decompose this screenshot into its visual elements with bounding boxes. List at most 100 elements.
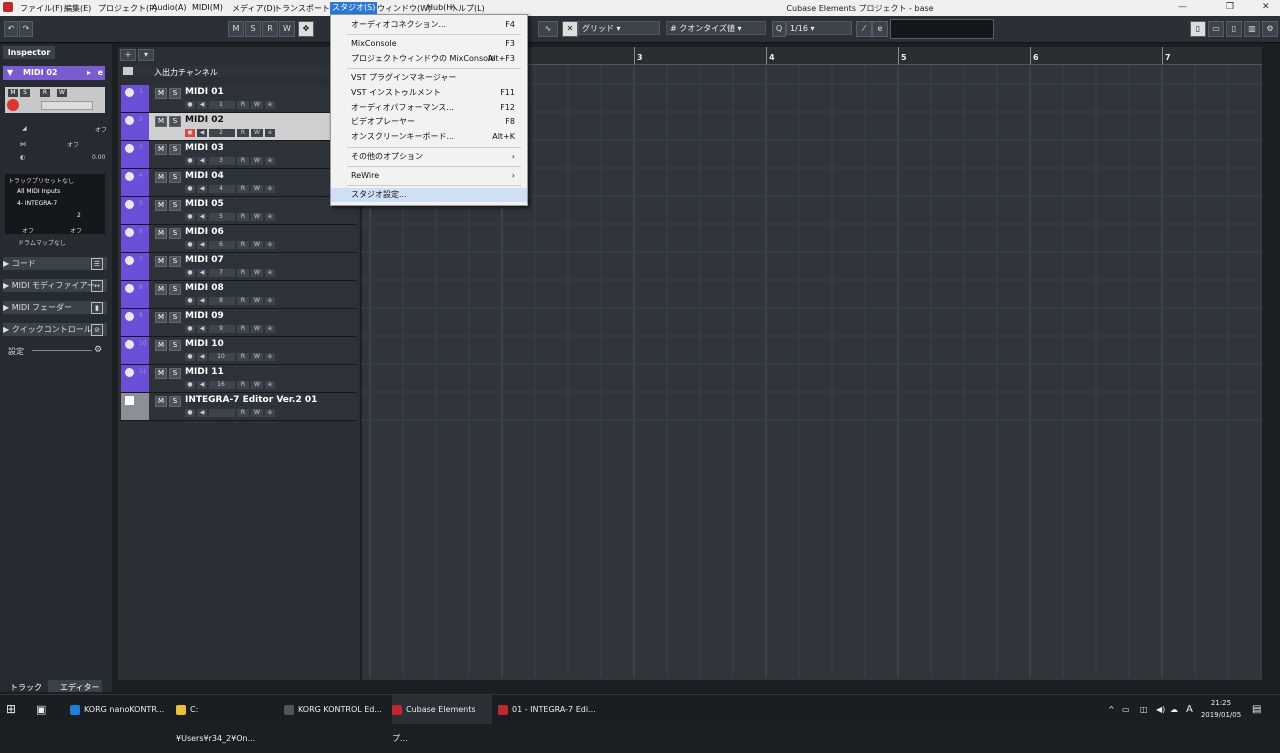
- record-enable-icon[interactable]: ●: [185, 241, 195, 249]
- inspector-volume-field[interactable]: [41, 101, 93, 110]
- record-enable-icon[interactable]: ●: [185, 213, 195, 221]
- track-color-strip[interactable]: 6: [121, 225, 149, 252]
- track-edit-icon[interactable]: e: [265, 353, 275, 361]
- track-solo-button[interactable]: S: [169, 172, 181, 183]
- taskbar-item-integra-editor[interactable]: 01 - INTEGRA-7 Edi...: [498, 695, 598, 724]
- monitor-icon[interactable]: ◀: [197, 129, 207, 137]
- track-color-strip[interactable]: 5: [121, 197, 149, 224]
- track-edit-icon[interactable]: e: [265, 129, 275, 137]
- monitor-icon[interactable]: ◀: [197, 409, 207, 417]
- track-solo-button[interactable]: S: [169, 256, 181, 267]
- track-solo-button[interactable]: S: [169, 396, 181, 407]
- section-midi-fader[interactable]: ▶ MIDI フェーダー ▮: [3, 301, 107, 314]
- track-write-button[interactable]: W: [251, 101, 263, 109]
- tray-device-icon[interactable]: ▭: [1122, 695, 1130, 724]
- track-edit-icon[interactable]: e: [265, 269, 275, 277]
- notifications-icon[interactable]: ▤: [1252, 695, 1261, 724]
- edit-icon[interactable]: e: [98, 66, 103, 80]
- monitor-icon[interactable]: ◀: [197, 269, 207, 277]
- record-enable-icon[interactable]: ●: [185, 381, 195, 389]
- iterative-quantize-icon[interactable]: ⁄: [856, 21, 872, 37]
- track-read-button[interactable]: R: [237, 325, 249, 333]
- add-track-button[interactable]: +: [120, 49, 136, 61]
- menu-project[interactable]: プロジェクト(P): [98, 3, 157, 14]
- tab-editor[interactable]: エディター: [60, 682, 99, 693]
- track-row[interactable]: 6 M S MIDI 06 ● ◀ 6 R We: [121, 225, 357, 253]
- track-name[interactable]: MIDI 11: [185, 367, 224, 377]
- track-row[interactable]: 11 M S MIDI 11 ● ◀ 16 R We: [121, 365, 357, 393]
- menu-item-video-player[interactable]: ビデオプレーヤー F8: [331, 115, 527, 129]
- track-color-strip[interactable]: 7: [121, 253, 149, 280]
- track-write-button[interactable]: W: [251, 409, 263, 417]
- restore-icon[interactable]: ❐: [1226, 2, 1234, 12]
- midi-channel-field[interactable]: 2: [77, 212, 81, 219]
- monitor-icon[interactable]: ◀: [197, 157, 207, 165]
- q-button[interactable]: Q: [772, 21, 786, 37]
- track-channel-field[interactable]: [209, 409, 235, 417]
- track-mute-button[interactable]: M: [155, 172, 167, 183]
- track-write-button[interactable]: W: [251, 213, 263, 221]
- menu-audio[interactable]: Audio(A): [152, 3, 186, 12]
- track-color-strip[interactable]: 2: [121, 113, 149, 140]
- track-read-button[interactable]: R: [237, 157, 249, 165]
- track-mute-button[interactable]: M: [155, 200, 167, 211]
- track-edit-icon[interactable]: e: [265, 325, 275, 333]
- track-mute-button[interactable]: M: [155, 116, 167, 127]
- track-write-button[interactable]: W: [251, 297, 263, 305]
- track-name[interactable]: INTEGRA-7 Editor Ver.2 01: [185, 395, 317, 405]
- mute-button[interactable]: M: [228, 21, 244, 37]
- track-mute-button[interactable]: M: [155, 340, 167, 351]
- settings-gear-icon[interactable]: ⚙: [94, 345, 102, 355]
- inspector-track-header[interactable]: ▼ MIDI 02 ▸ e: [3, 66, 105, 80]
- track-write-button[interactable]: W: [251, 269, 263, 277]
- monitor-icon[interactable]: ◀: [197, 297, 207, 305]
- undo-icon[interactable]: ↶: [4, 21, 18, 37]
- menu-item-audio-performance[interactable]: オーディオパフォーマンス... F12: [331, 101, 527, 115]
- track-solo-button[interactable]: S: [169, 200, 181, 211]
- track-edit-icon[interactable]: e: [265, 157, 275, 165]
- track-color-strip[interactable]: 3: [121, 141, 149, 168]
- track-write-button[interactable]: W: [251, 353, 263, 361]
- track-read-button[interactable]: R: [237, 185, 249, 193]
- track-solo-button[interactable]: S: [169, 228, 181, 239]
- track-color-strip[interactable]: 12: [121, 393, 149, 420]
- section-quick-controls[interactable]: ▶ クイックコントロール ⊘: [3, 323, 107, 336]
- menu-item-more-options[interactable]: その他のオプション ›: [331, 150, 527, 164]
- taskbar-item-edge[interactable]: KORG nanoKONTR...: [70, 695, 166, 724]
- track-read-button[interactable]: R: [237, 213, 249, 221]
- menu-edit[interactable]: 編集(E): [64, 3, 91, 14]
- onedrive-icon[interactable]: ☁: [1170, 695, 1178, 724]
- menu-item-rewire[interactable]: ReWire ›: [331, 169, 527, 183]
- inspector-tab[interactable]: Inspector: [3, 46, 55, 59]
- track-channel-field[interactable]: 7: [209, 269, 235, 277]
- track-row[interactable]: 2 M S MIDI 02 ● ◀ 2 R We: [121, 113, 357, 141]
- record-enable-icon[interactable]: ●: [185, 409, 195, 417]
- monitor-icon[interactable]: ◀: [197, 241, 207, 249]
- track-edit-icon[interactable]: e: [265, 297, 275, 305]
- track-name[interactable]: MIDI 10: [185, 339, 224, 349]
- record-enable-icon[interactable]: ●: [185, 269, 195, 277]
- minimize-icon[interactable]: —: [1178, 2, 1187, 12]
- inspector-off-4[interactable]: オフ: [70, 226, 82, 235]
- track-row[interactable]: 8 M S MIDI 08 ● ◀ 8 R We: [121, 281, 357, 309]
- inspector-write-button[interactable]: W: [57, 89, 67, 97]
- io-folder-row[interactable]: 入出力チャンネル: [121, 66, 357, 77]
- grid-select[interactable]: グリッド ▾: [578, 21, 660, 35]
- monitor-icon[interactable]: ◀: [197, 213, 207, 221]
- record-enable-icon[interactable]: [7, 99, 19, 111]
- taskbar-item-korg-kontrol[interactable]: KORG KONTROL Ed...: [284, 695, 384, 724]
- track-solo-button[interactable]: S: [169, 284, 181, 295]
- track-read-button[interactable]: R: [237, 101, 249, 109]
- track-channel-field[interactable]: 4: [209, 185, 235, 193]
- menu-item-vst-instruments[interactable]: VST インストゥルメント F11: [331, 86, 527, 100]
- track-edit-icon[interactable]: e: [265, 409, 275, 417]
- track-name[interactable]: MIDI 03: [185, 143, 224, 153]
- menu-studio[interactable]: スタジオ(S): [330, 2, 378, 14]
- snap-icon[interactable]: ✕: [562, 21, 578, 37]
- windows-start-icon[interactable]: ⊞: [6, 695, 20, 724]
- track-color-strip[interactable]: 1: [121, 85, 149, 112]
- monitor-icon[interactable]: ◀: [197, 353, 207, 361]
- monitor-icon[interactable]: ◀: [197, 325, 207, 333]
- track-read-button[interactable]: R: [237, 353, 249, 361]
- record-enable-icon[interactable]: ●: [185, 353, 195, 361]
